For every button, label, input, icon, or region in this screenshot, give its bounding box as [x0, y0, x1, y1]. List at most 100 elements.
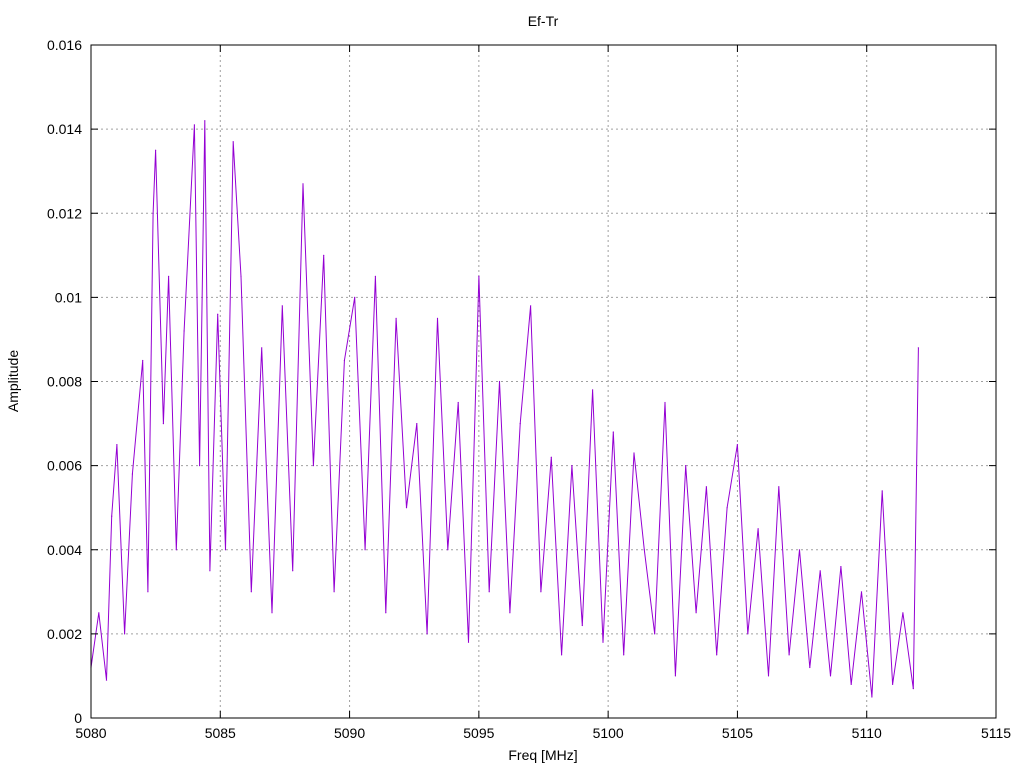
data-point [374, 275, 376, 277]
data-point [840, 566, 842, 568]
data-point [685, 465, 687, 467]
data-point [168, 275, 170, 277]
x-tick-label: 5110 [852, 725, 882, 741]
data-point [498, 380, 501, 383]
data-point [757, 528, 759, 530]
data-point [809, 666, 811, 669]
data-point [519, 423, 521, 425]
data-point [124, 633, 126, 635]
data-point [271, 612, 273, 614]
data-point [478, 275, 480, 277]
data-point [705, 486, 708, 488]
data-point [395, 317, 397, 319]
data-point [736, 444, 739, 446]
data-point [457, 401, 459, 404]
data-point [747, 633, 749, 635]
data-point [892, 683, 894, 686]
y-tick-label: 0.004 [47, 542, 82, 558]
data-point [778, 486, 780, 488]
data-point [240, 275, 242, 277]
data-point [333, 591, 335, 593]
data-point [162, 423, 164, 425]
data-point [716, 654, 718, 656]
y-tick-label: 0.006 [47, 458, 82, 474]
data-point [726, 507, 728, 509]
y-tick-label: 0.002 [47, 626, 82, 642]
data-point [426, 633, 428, 635]
chart-background [0, 0, 1024, 768]
data-point [364, 549, 366, 551]
data-point [860, 591, 863, 593]
data-point [204, 120, 206, 122]
data-point [767, 675, 770, 677]
data-point [917, 347, 920, 349]
data-point [111, 515, 113, 517]
data-point [530, 305, 532, 307]
data-point [261, 347, 263, 349]
data-point [902, 612, 904, 614]
data-point [217, 313, 219, 315]
data-point [147, 591, 149, 593]
data-point [232, 141, 234, 143]
data-point [193, 124, 195, 126]
data-point [871, 696, 873, 698]
data-point [405, 507, 408, 509]
data-point [912, 688, 914, 690]
data-point [829, 675, 832, 677]
data-point [571, 465, 573, 467]
data-point [224, 549, 227, 551]
data-point [302, 183, 304, 185]
data-point [142, 359, 144, 362]
data-point [98, 612, 100, 614]
data-point [540, 591, 542, 593]
y-tick-label: 0 [74, 710, 82, 726]
data-point [664, 401, 666, 404]
data-point [116, 444, 118, 446]
data-point [105, 679, 108, 681]
data-point [343, 359, 345, 362]
y-axis-label: Amplitude [5, 350, 21, 412]
x-tick-label: 5095 [463, 725, 494, 741]
data-point [695, 612, 697, 614]
data-point [354, 296, 356, 298]
data-point [436, 317, 439, 319]
data-point [447, 549, 449, 551]
data-point [643, 549, 645, 551]
chart-title: Ef-Tr [528, 13, 559, 29]
data-point [819, 570, 821, 572]
data-point [550, 456, 552, 458]
data-point [209, 570, 211, 572]
data-point [612, 431, 614, 433]
data-point [633, 452, 635, 454]
y-tick-label: 0.008 [47, 374, 82, 390]
y-tick-label: 0.012 [47, 205, 82, 221]
data-point [881, 490, 883, 492]
data-point [323, 254, 325, 256]
data-point [581, 624, 583, 627]
data-point [488, 591, 490, 593]
data-point [623, 654, 625, 656]
x-tick-label: 5080 [75, 725, 106, 741]
data-point [175, 549, 177, 551]
x-tick-label: 5105 [722, 725, 753, 741]
y-tick-label: 0.016 [47, 37, 82, 53]
data-point [131, 473, 133, 475]
data-point [152, 212, 154, 214]
data-point [199, 465, 201, 467]
x-tick-label: 5085 [205, 725, 236, 741]
data-point [561, 654, 563, 656]
data-point [674, 675, 677, 677]
data-point [416, 423, 418, 425]
data-point [183, 330, 185, 332]
y-tick-label: 0.01 [55, 289, 82, 305]
chart: 5080 5085 5090 5095 5100 5105 5110 5115 0 0.002 0.… [0, 0, 1024, 768]
data-point [281, 305, 283, 307]
data-point [654, 633, 656, 635]
data-point [509, 612, 511, 614]
data-point [155, 149, 157, 151]
data-point [467, 641, 470, 643]
y-tick-label: 0.014 [47, 121, 82, 137]
data-point [592, 389, 594, 391]
x-tick-label: 5090 [334, 725, 365, 741]
data-point [292, 570, 294, 572]
